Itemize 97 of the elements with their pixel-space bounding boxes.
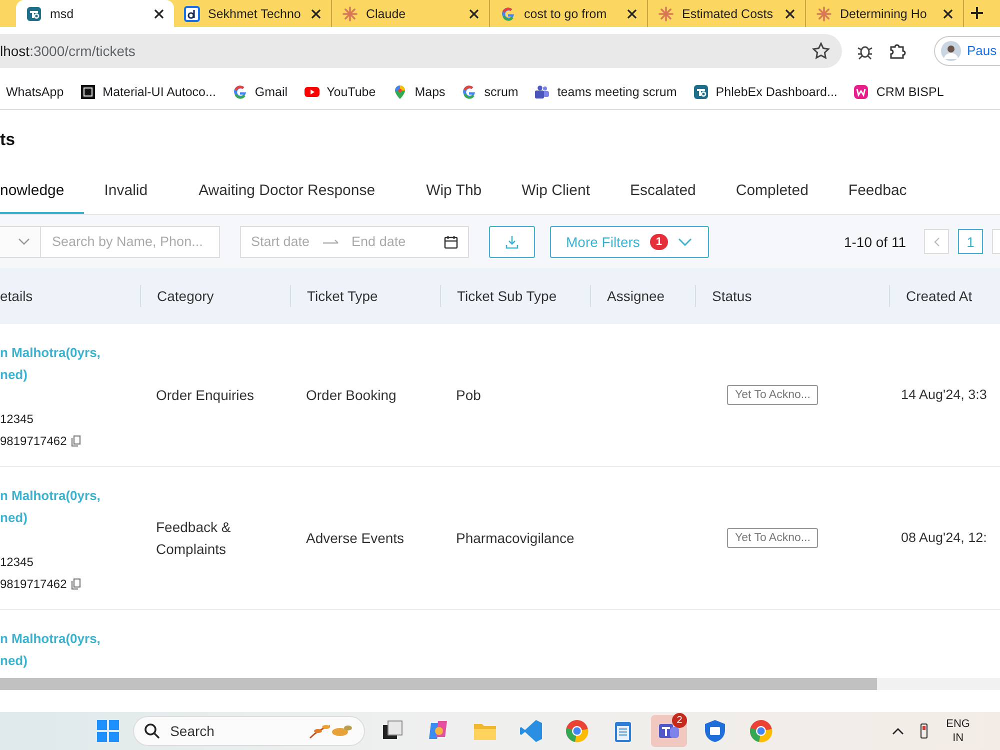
close-icon bbox=[627, 8, 637, 18]
table-cell-text: Order Booking bbox=[306, 386, 396, 405]
copy-icon bbox=[70, 578, 81, 590]
tab-title: Sekhmet Techno bbox=[208, 6, 302, 20]
people-icon bbox=[534, 84, 550, 100]
close-icon bbox=[943, 8, 953, 18]
bookmark[interactable]: Gmail bbox=[232, 84, 288, 100]
status-tab[interactable]: Wip Client bbox=[502, 167, 610, 214]
status-tab[interactable]: Awaiting Doctor Response bbox=[168, 167, 406, 214]
table-cell-text: Adverse Events bbox=[306, 529, 404, 548]
tab-title: msd bbox=[50, 6, 75, 20]
chevron-down-icon bbox=[18, 238, 30, 246]
close-icon bbox=[785, 8, 795, 18]
table-cell-text: Pharmacovigilance bbox=[456, 529, 574, 548]
square-icon bbox=[80, 84, 96, 100]
code-editor-icon bbox=[519, 719, 544, 743]
close-icon bbox=[469, 8, 479, 18]
google-icon bbox=[232, 84, 248, 100]
close-icon bbox=[154, 8, 164, 18]
arrow-right-icon bbox=[322, 238, 340, 246]
starburst-icon bbox=[342, 6, 358, 22]
table-cell-text: Feedback & Complaints bbox=[156, 518, 232, 559]
more-filters-button[interactable]: More Filters 1 bbox=[550, 226, 709, 258]
phone-number: 9819717462 bbox=[0, 433, 67, 450]
taskbar-search[interactable]: Search bbox=[133, 716, 366, 746]
google-icon bbox=[461, 84, 478, 100]
column-header: Status bbox=[695, 285, 889, 307]
count-badge: 1 bbox=[650, 234, 668, 250]
bookmark[interactable]: Material-UI Autoco... bbox=[80, 84, 216, 100]
chrome-icon bbox=[565, 719, 590, 743]
tab-title: cost to go from bbox=[524, 6, 608, 20]
status-tab[interactable]: Feedbac bbox=[828, 167, 927, 214]
app-icon bbox=[692, 84, 709, 100]
tab-title: Estimated Costs bbox=[682, 6, 774, 20]
chevron-down-icon bbox=[678, 238, 692, 246]
table-cell-text: 14 Aug'24, 3:3 bbox=[901, 386, 987, 404]
column-header: Ticket Type bbox=[290, 285, 440, 307]
bookmark[interactable]: WhatsApp bbox=[6, 84, 64, 98]
profile-button[interactable]: Paus bbox=[934, 36, 1000, 66]
table-cell-text: Pob bbox=[456, 386, 481, 405]
column-header: Category bbox=[140, 285, 290, 307]
id-text: 12345 bbox=[0, 554, 34, 571]
table-cell-text: 08 Aug'24, 12: bbox=[901, 529, 987, 547]
chevron-up-icon bbox=[892, 727, 904, 735]
tab-title: Determining Ho bbox=[840, 6, 928, 20]
search-icon bbox=[144, 723, 160, 739]
crm-icon bbox=[853, 84, 870, 100]
google-icon bbox=[500, 6, 516, 22]
new-tab-icon bbox=[970, 6, 984, 20]
page-title: ts bbox=[0, 129, 16, 151]
avatar-icon bbox=[941, 40, 961, 60]
pagination-summary: 1-10 of 11 bbox=[844, 234, 906, 250]
browser-tab[interactable]: msd bbox=[16, 0, 174, 27]
copy-icon bbox=[70, 435, 81, 447]
tab-title: Claude bbox=[366, 6, 407, 20]
document-icon bbox=[184, 6, 200, 22]
notification-badge: 2 bbox=[672, 713, 688, 728]
table-cell-text: Order Enquiries bbox=[156, 386, 254, 405]
puzzle-icon bbox=[888, 42, 906, 60]
status-badge: Yet To Ackno... bbox=[727, 528, 818, 548]
starburst-icon bbox=[658, 6, 674, 22]
chevron-left-icon bbox=[934, 236, 940, 246]
download-icon bbox=[505, 234, 519, 248]
star-icon bbox=[812, 42, 830, 60]
address-bar[interactable]: lhost:3000/crm/tickets bbox=[0, 34, 842, 68]
bookmark[interactable]: teams meeting scrum bbox=[534, 84, 677, 100]
status-tab[interactable]: Completed bbox=[716, 167, 828, 214]
leaves-icon bbox=[308, 722, 354, 740]
status-tab[interactable]: Wip Thb bbox=[406, 167, 502, 214]
column-header: etails bbox=[0, 287, 34, 306]
windows-start-icon bbox=[97, 720, 120, 742]
chrome-icon bbox=[749, 719, 774, 743]
language-indicator[interactable]: ENG IN bbox=[946, 717, 970, 745]
column-header: Assignee bbox=[590, 285, 695, 307]
bookmark[interactable]: Maps bbox=[392, 84, 446, 100]
phone-number: 9819717462 bbox=[0, 576, 67, 593]
status-tab[interactable]: Escalated bbox=[610, 167, 716, 214]
column-header: Ticket Sub Type bbox=[440, 285, 590, 307]
shield-icon bbox=[703, 719, 728, 743]
address-text: lhost:3000/crm/tickets bbox=[0, 42, 136, 58]
bookmark[interactable]: scrum bbox=[461, 84, 518, 100]
starburst-icon bbox=[816, 6, 832, 22]
bookmark[interactable]: PhlebEx Dashboard... bbox=[692, 84, 838, 100]
search-field[interactable]: Search by Name, Phon... bbox=[41, 226, 220, 258]
taskbar-app[interactable]: 2 bbox=[651, 715, 688, 747]
scrollbar-thumb[interactable] bbox=[0, 678, 877, 690]
id-text: 12345 bbox=[0, 411, 34, 428]
battery-icon bbox=[920, 723, 928, 739]
status-badge: Yet To Ackno... bbox=[727, 385, 818, 405]
close-icon bbox=[311, 8, 321, 18]
status-tab[interactable]: Invalid bbox=[84, 167, 168, 214]
calendar-icon bbox=[444, 234, 458, 248]
app-icon bbox=[26, 6, 42, 22]
bookmark[interactable]: CRM BISPL bbox=[853, 84, 944, 100]
download-button[interactable] bbox=[489, 226, 535, 258]
bookmark[interactable]: YouTube bbox=[304, 84, 376, 100]
column-header: Created At bbox=[889, 285, 1000, 307]
